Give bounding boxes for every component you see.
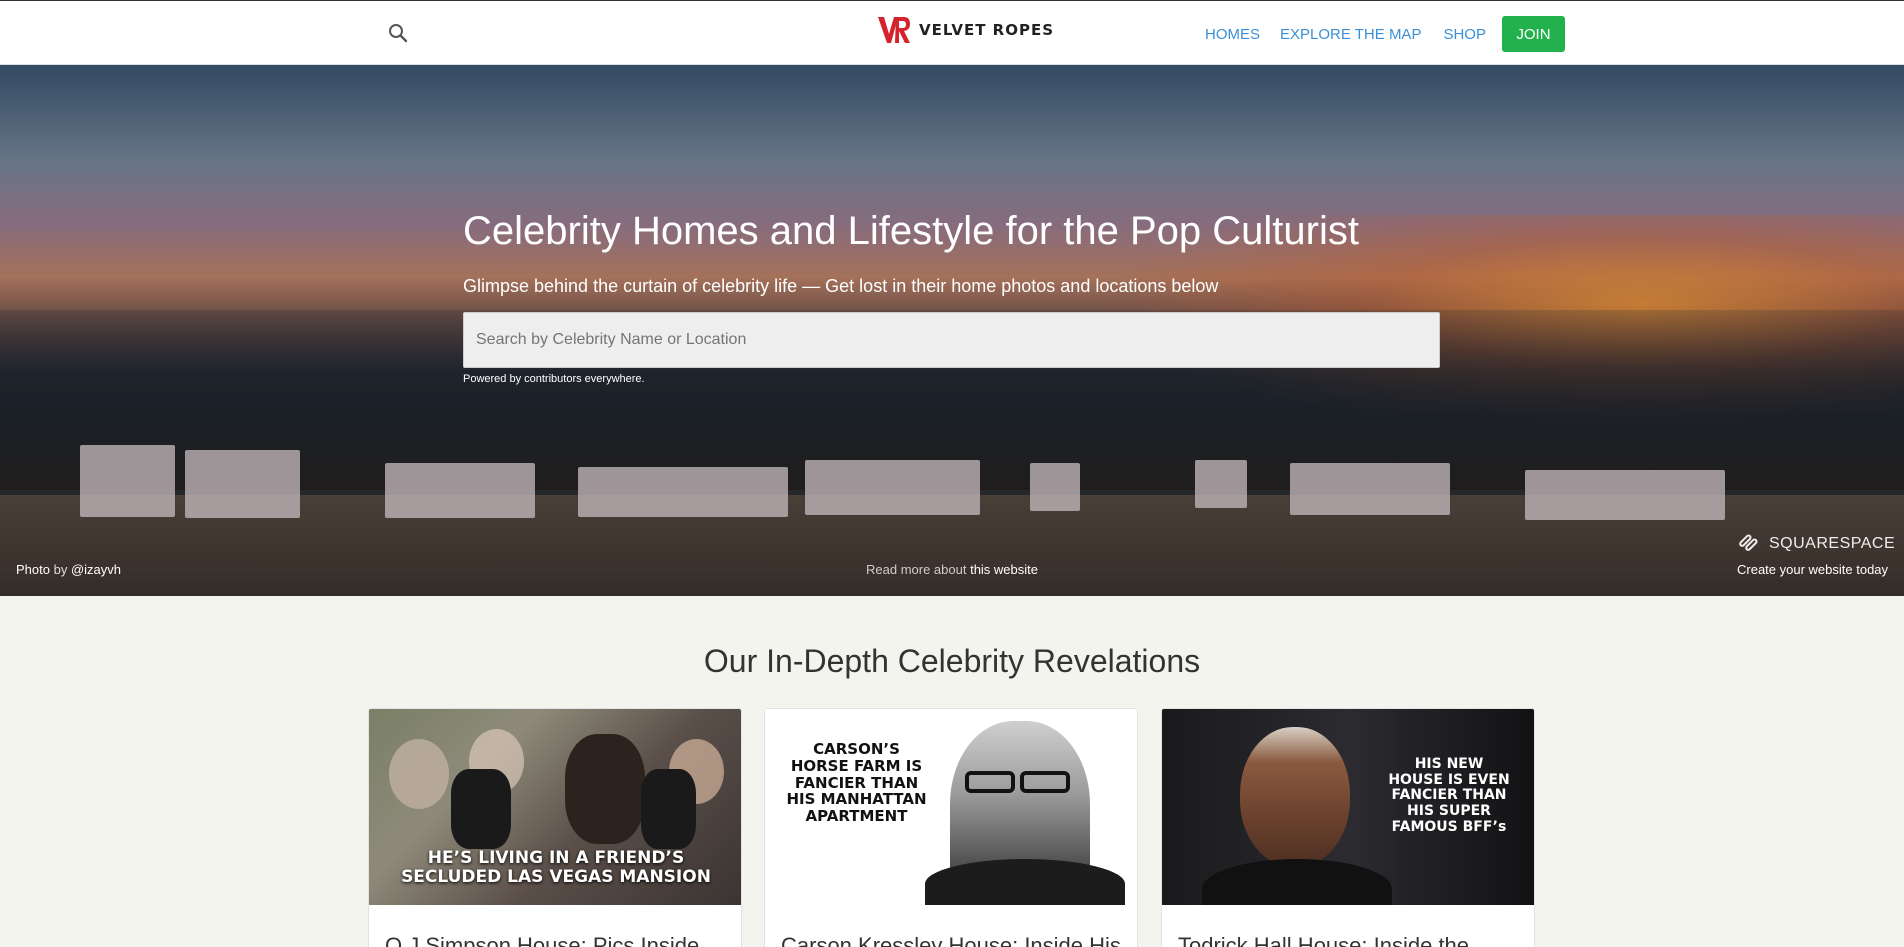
read-more-prefix: Read more about: [866, 562, 971, 577]
celebrity-search-input[interactable]: [463, 312, 1440, 368]
caption-line: FANCIER THAN: [1391, 787, 1507, 804]
caption-line: APARTMENT: [805, 807, 908, 826]
read-more-text: Read more about this website: [866, 562, 1038, 577]
main-nav: HOMES EXPLORE THE MAP SHOP JOIN: [1205, 16, 1565, 52]
hero-banner: Celebrity Homes and Lifestyle for the Po…: [0, 65, 1904, 596]
card-image-caption: HE’S LIVING IN A FRIEND’S SECLUDED LAS V…: [369, 848, 741, 888]
article-card[interactable]: HE’S LIVING IN A FRIEND’S SECLUDED LAS V…: [368, 708, 742, 947]
section-title: Our In-Depth Celebrity Revelations: [703, 643, 1201, 679]
caption-line: HE’S LIVING IN A FRIEND’S: [427, 848, 685, 868]
caption-line: CARSON’S: [813, 740, 900, 758]
search-icon[interactable]: [386, 21, 410, 45]
card-image: HE’S LIVING IN A FRIEND’S SECLUDED LAS V…: [369, 709, 741, 905]
site-logo[interactable]: VELVET ROPES: [877, 14, 1054, 46]
caption-line: FANCIER THAN: [794, 773, 919, 792]
caption-line: HIS NEW: [1414, 756, 1484, 772]
site-header: VELVET ROPES HOMES EXPLORE THE MAP SHOP …: [0, 0, 1904, 65]
card-image: CARSON’S HORSE FARM IS FANCIER THAN HIS …: [765, 709, 1137, 905]
card-title[interactable]: Carson Kressley House: Inside His: [781, 933, 1131, 947]
photo-credit: Photo by @izayvh: [16, 562, 121, 577]
nav-explore-map-link[interactable]: EXPLORE THE MAP: [1280, 26, 1421, 43]
article-card[interactable]: HIS NEW HOUSE IS EVEN FANCIER THAN HIS S…: [1161, 708, 1535, 947]
squarespace-brand: SQUARESPACE: [1769, 535, 1896, 552]
photographer-handle-link[interactable]: @izayvh: [71, 562, 121, 577]
card-image-caption: HIS NEW HOUSE IS EVEN FANCIER THAN HIS S…: [1362, 756, 1534, 835]
squarespace-logo-icon: [1739, 534, 1758, 551]
join-button[interactable]: JOIN: [1501, 16, 1565, 52]
vr-logo-icon: [878, 17, 910, 43]
caption-line: HIS MANHATTAN: [786, 790, 927, 809]
hero-title: Celebrity Homes and Lifestyle for the Po…: [463, 209, 1359, 253]
powered-by-text: Powered by contributors everywhere.: [463, 373, 645, 385]
article-card[interactable]: CARSON’S HORSE FARM IS FANCIER THAN HIS …: [764, 708, 1138, 947]
squarespace-tagline[interactable]: Create your website today: [1737, 562, 1888, 577]
card-title[interactable]: O.J Simpson House: Pics Inside: [385, 933, 735, 947]
caption-line: SECLUDED LAS VEGAS MANSION: [401, 867, 711, 888]
card-title[interactable]: Todrick Hall House: Inside the: [1178, 933, 1528, 947]
nav-homes-link[interactable]: HOMES: [1205, 26, 1260, 43]
hero-subtitle: Glimpse behind the curtain of celebrity …: [463, 276, 1219, 296]
card-image: HIS NEW HOUSE IS EVEN FANCIER THAN HIS S…: [1162, 709, 1534, 905]
photo-credit-by: by: [49, 562, 71, 577]
caption-line: HOUSE IS EVEN: [1388, 771, 1510, 788]
caption-line: HIS SUPER: [1407, 803, 1491, 820]
caption-line: FAMOUS BFF’s: [1391, 818, 1507, 835]
brand-name: VELVET ROPES: [919, 21, 1055, 39]
nav-shop-link[interactable]: SHOP: [1443, 26, 1486, 43]
caption-line: HORSE FARM IS: [790, 756, 923, 775]
card-image-caption: CARSON’S HORSE FARM IS FANCIER THAN HIS …: [765, 741, 948, 825]
this-website-link[interactable]: this website: [970, 562, 1038, 577]
squarespace-badge[interactable]: SQUARESPACE: [1737, 533, 1895, 555]
photo-credit-link[interactable]: Photo: [16, 562, 50, 577]
